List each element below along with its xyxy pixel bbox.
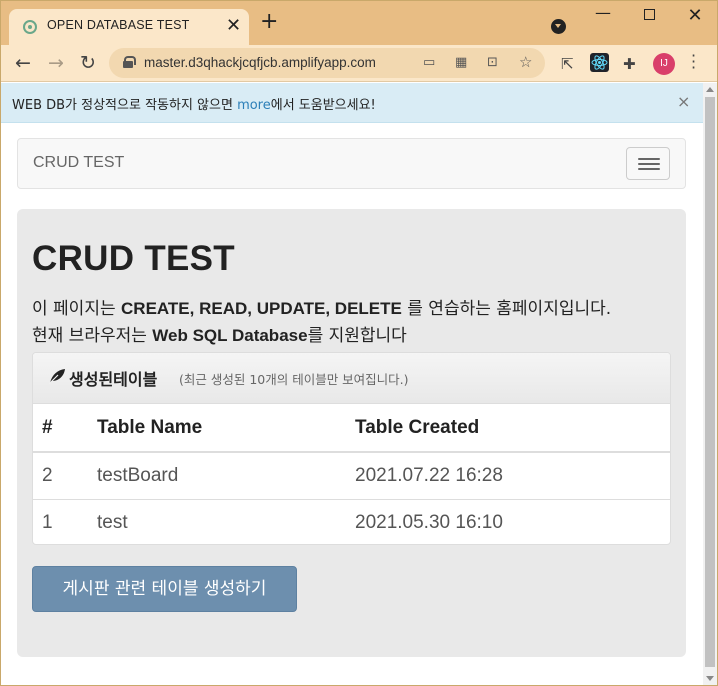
- forward-arrow-icon[interactable]: →: [45, 52, 67, 74]
- profile-avatar[interactable]: IJ: [653, 53, 675, 75]
- cast-icon[interactable]: ▭: [423, 55, 435, 70]
- panel-subtitle: (최근 생성된 10개의 테이블만 보여집니다.): [179, 372, 409, 387]
- intro-line-2-bold: Web SQL Database: [152, 326, 308, 345]
- table-header-row: # Table Name Table Created: [33, 405, 670, 453]
- extension-pointer-icon[interactable]: ⇱: [561, 55, 574, 73]
- browser-window: OPEN DATABASE TEST ✕ + — ✕ ← → ↻ master.…: [0, 0, 718, 686]
- row-id: 2: [42, 464, 53, 486]
- row-table-name: testBoard: [97, 464, 179, 486]
- intro-line-2-suffix: 를 지원합니다: [307, 326, 407, 346]
- tab-close-icon[interactable]: ✕: [226, 15, 241, 36]
- column-header-id: #: [33, 405, 97, 453]
- hamburger-icon: [638, 158, 660, 160]
- browser-toolbar: ← → ↻ master.d3qhackjcqfjcb.amplifyapp.c…: [1, 45, 717, 82]
- browser-tab[interactable]: OPEN DATABASE TEST ✕: [9, 9, 249, 45]
- page-viewport: WEB DB가 정상적으로 작동하지 않으면 more에서 도움받으세요! × …: [1, 83, 703, 685]
- window-close-button[interactable]: ✕: [680, 5, 710, 26]
- reload-icon[interactable]: ↻: [77, 52, 99, 74]
- lock-icon[interactable]: [123, 56, 136, 68]
- scroll-up-icon[interactable]: [706, 87, 714, 92]
- alert-text-after: 에서 도움받으세요!: [270, 98, 376, 113]
- tab-strip: OPEN DATABASE TEST ✕ + — ✕: [1, 1, 717, 45]
- extensions-puzzle-icon[interactable]: ✚: [623, 55, 636, 73]
- back-arrow-icon[interactable]: ←: [12, 52, 34, 74]
- page-scrollbar[interactable]: [703, 83, 717, 685]
- navbar-toggle-button[interactable]: [626, 147, 670, 180]
- navbar: CRUD TEST: [17, 138, 686, 189]
- alert-close-icon[interactable]: ×: [677, 92, 690, 111]
- qr-code-icon[interactable]: ▦: [455, 55, 467, 70]
- row-table-name: test: [97, 498, 355, 544]
- info-alert: WEB DB가 정상적으로 작동하지 않으면 more에서 도움받으세요! ×: [1, 83, 703, 123]
- table-row[interactable]: 1 test 2021.05.30 16:10: [33, 498, 670, 544]
- minimize-button[interactable]: —: [588, 3, 618, 22]
- alert-more-link[interactable]: more: [237, 98, 271, 113]
- intro-line-1-suffix: 를 연습하는 홈페이지입니다.: [401, 299, 612, 319]
- intro-line-1-bold: CREATE, READ, UPDATE, DELETE: [121, 299, 402, 318]
- tables-panel: 생성된테이블 (최근 생성된 10개의 테이블만 보여집니다.) # Table…: [32, 352, 671, 545]
- tab-search-icon[interactable]: [551, 19, 566, 34]
- alert-text-before: WEB DB가 정상적으로 작동하지 않으면: [12, 98, 238, 113]
- page-title: CRUD TEST: [32, 239, 235, 278]
- column-header-created: Table Created: [355, 405, 670, 453]
- intro-line-2-prefix: 현재 브라우저는: [32, 326, 153, 346]
- bookmark-star-icon[interactable]: ☆: [519, 53, 532, 71]
- panel-title: 생성된테이블: [69, 370, 158, 389]
- translate-icon[interactable]: ⊡: [487, 55, 498, 70]
- row-id: 1: [33, 498, 97, 544]
- tab-title: OPEN DATABASE TEST: [47, 18, 190, 32]
- intro-line-2: 현재 브라우저는 Web SQL Database를 지원합니다: [32, 321, 407, 346]
- browser-menu-icon[interactable]: · · ·: [691, 48, 696, 76]
- react-devtools-icon[interactable]: [590, 53, 609, 72]
- jumbotron: CRUD TEST 이 페이지는 CREATE, READ, UPDATE, D…: [17, 209, 686, 657]
- scrollbar-thumb[interactable]: [705, 97, 715, 667]
- scroll-down-icon[interactable]: [706, 676, 714, 681]
- alert-message: WEB DB가 정상적으로 작동하지 않으면 more에서 도움받으세요!: [12, 94, 376, 113]
- row-created: 2021.05.30 16:10: [355, 498, 670, 544]
- url-text[interactable]: master.d3qhackjcqfjcb.amplifyapp.com: [144, 55, 376, 70]
- new-tab-button[interactable]: +: [260, 11, 278, 33]
- row-created: 2021.07.22 16:28: [355, 464, 503, 486]
- site-favicon-icon: [23, 20, 37, 34]
- panel-heading: 생성된테이블 (최근 생성된 10개의 테이블만 보여집니다.): [33, 353, 670, 404]
- leaf-icon: [48, 367, 66, 385]
- table-row[interactable]: 2 testBoard 2021.07.22 16:28: [33, 452, 670, 499]
- maximize-button[interactable]: [634, 5, 664, 24]
- create-board-tables-button[interactable]: 게시판 관련 테이블 생성하기: [32, 566, 297, 612]
- navbar-brand[interactable]: CRUD TEST: [33, 154, 124, 172]
- tables-table: # Table Name Table Created 2 testBoard 2…: [33, 405, 670, 544]
- intro-line-1: 이 페이지는 CREATE, READ, UPDATE, DELETE 를 연습…: [32, 294, 611, 319]
- intro-line-1-prefix: 이 페이지는: [32, 299, 122, 319]
- address-bar[interactable]: master.d3qhackjcqfjcb.amplifyapp.com ▭ ▦…: [109, 48, 545, 78]
- column-header-name: Table Name: [97, 405, 355, 453]
